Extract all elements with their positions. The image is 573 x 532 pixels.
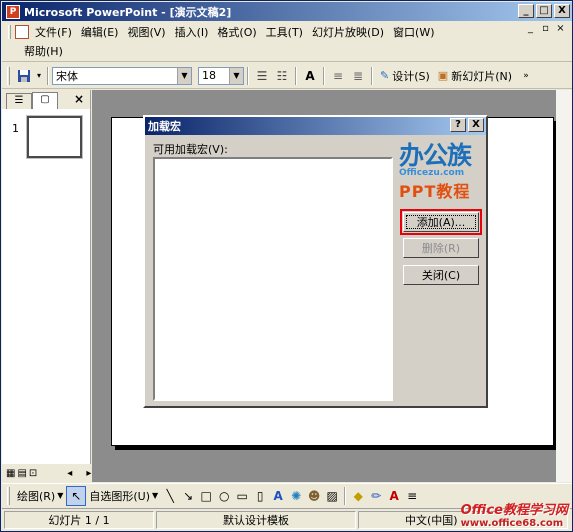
menu-file[interactable]: 文件(F): [35, 24, 81, 40]
formatting-toolbar: ▾ 宋体 ▼ 18 ▼ ☰ ☷ A ≡ ≣ ✎ 设计(S) ▣ 新幻灯片(N) …: [2, 63, 572, 89]
font-color-icon[interactable]: A: [385, 487, 403, 505]
slide-number: 1: [12, 122, 19, 135]
window-title: Microsoft PowerPoint - [演示文稿2]: [24, 5, 232, 19]
logo-text: 办公族: [399, 141, 472, 170]
menu-tools[interactable]: 工具(T): [266, 24, 312, 40]
tab-slides[interactable]: ▢: [32, 92, 58, 109]
close-pane-icon[interactable]: ×: [74, 92, 84, 106]
powerpoint-window: P Microsoft PowerPoint - [演示文稿2] _ □ X 文…: [0, 0, 573, 532]
rectangle-icon[interactable]: □: [197, 487, 215, 505]
design-icon: ✎: [380, 69, 390, 82]
line-color-icon[interactable]: ✏: [367, 487, 385, 505]
menu-format[interactable]: 格式(O): [217, 24, 265, 40]
vertical-textbox-icon[interactable]: ▯: [251, 487, 269, 505]
clipart-icon[interactable]: ☻: [305, 487, 323, 505]
menu-slideshow[interactable]: 幻灯片放映(D): [312, 24, 393, 40]
status-slide-info: 幻灯片 1 / 1: [4, 511, 154, 529]
slide-thumbnail[interactable]: [26, 115, 83, 159]
menu-view[interactable]: 视图(V): [127, 24, 174, 40]
powerpoint-app-icon[interactable]: P: [6, 4, 20, 19]
tab-outline[interactable]: ☰: [6, 93, 32, 109]
font-size-value: 18: [202, 69, 216, 82]
toolbar-overflow-icon[interactable]: »: [516, 67, 536, 85]
design-button[interactable]: ✎ 设计(S): [376, 68, 434, 84]
doc-close-icon[interactable]: ×: [555, 23, 566, 35]
slideshow-view-icon[interactable]: ⊡: [29, 468, 37, 479]
normal-view-icon[interactable]: ▦: [6, 468, 15, 479]
autoshapes-label: 自选图形(U): [89, 489, 151, 503]
chevron-down-icon[interactable]: ▼: [229, 67, 243, 84]
arrow-icon[interactable]: ↘: [179, 487, 197, 505]
scroll-right-icon[interactable]: ▸: [86, 468, 91, 479]
bottom-watermark: Office教程学习网 www.office68.com: [461, 499, 568, 529]
wordart-icon[interactable]: A: [269, 487, 287, 505]
view-buttons: ▦ ▤ ⊡ ◂ ▸: [2, 464, 91, 482]
menu-bar: 文件(F) 编辑(E) 视图(V) 插入(I) 格式(O) 工具(T) 幻灯片放…: [2, 22, 572, 62]
bullet-list-icon[interactable]: ☷: [272, 67, 292, 85]
picture-icon[interactable]: ▨: [323, 487, 341, 505]
line-icon[interactable]: ╲: [161, 487, 179, 505]
draw-toolbar-grip[interactable]: [7, 486, 10, 505]
dialog-help-button[interactable]: ?: [450, 118, 466, 132]
font-name-combo[interactable]: 宋体 ▼: [52, 66, 192, 85]
doc-minimize-icon[interactable]: _: [525, 23, 536, 35]
watermark-url: www.office68.com: [460, 518, 564, 529]
autoshapes-button[interactable]: 自选图形(U) ▼: [86, 488, 161, 504]
close-dialog-button[interactable]: 关闭(C): [403, 265, 479, 285]
restore-button[interactable]: □: [536, 4, 552, 18]
numbered-list-icon[interactable]: ☰: [252, 67, 272, 85]
menu-edit[interactable]: 编辑(E): [81, 24, 128, 40]
watermark-text: Office教程学习网: [460, 503, 568, 518]
close-window-button[interactable]: X: [554, 4, 570, 18]
doc-restore-icon[interactable]: ▫: [540, 23, 551, 35]
status-template: 默认设计模板: [156, 511, 356, 529]
new-slide-label: 新幻灯片(N): [451, 69, 513, 83]
slides-pane: ☰ ▢ × 1: [2, 90, 91, 482]
watermark-logo: 办公族 Officezu.com PPT教程: [399, 136, 489, 206]
dialog-close-button[interactable]: X: [468, 118, 484, 132]
menu-window[interactable]: 窗口(W): [393, 24, 443, 40]
decrease-indent-icon[interactable]: ≡: [328, 67, 348, 85]
new-slide-icon: ▣: [437, 69, 449, 82]
available-addins-list[interactable]: [153, 157, 393, 401]
menu-grip[interactable]: [8, 24, 11, 39]
increase-indent-icon[interactable]: ≣: [348, 67, 368, 85]
chevron-down-icon[interactable]: ▼: [177, 67, 191, 84]
document-icon[interactable]: [15, 24, 29, 39]
logo-sub: PPT教程: [399, 182, 471, 201]
fill-color-icon[interactable]: ◆: [349, 487, 367, 505]
toolbar-grip[interactable]: [7, 66, 10, 85]
select-pointer-icon[interactable]: ↖: [66, 485, 87, 506]
dialog-title: 加载宏: [148, 120, 181, 133]
font-name-value: 宋体: [56, 69, 78, 83]
diagram-icon[interactable]: ✺: [287, 487, 305, 505]
textbox-icon[interactable]: ▭: [233, 487, 251, 505]
available-addins-label: 可用加载宏(V):: [153, 143, 228, 156]
menu-insert[interactable]: 插入(I): [175, 24, 218, 40]
save-icon[interactable]: [14, 67, 34, 85]
scroll-left-icon[interactable]: ◂: [67, 468, 72, 479]
toolbar-options-icon[interactable]: ▾: [34, 67, 44, 85]
draw-menu-button[interactable]: 绘图(R) ▼: [14, 488, 66, 504]
new-slide-button[interactable]: ▣ 新幻灯片(N): [434, 68, 516, 84]
slide-sorter-icon[interactable]: ▤: [17, 468, 26, 479]
remove-button[interactable]: 删除(R): [403, 238, 479, 258]
dialog-title-bar[interactable]: 加载宏 ? X: [145, 117, 486, 135]
font-size-combo[interactable]: 18 ▼: [198, 66, 244, 85]
increase-font-icon[interactable]: A: [300, 67, 320, 85]
vertical-scrollbar[interactable]: [556, 90, 572, 482]
logo-url: Officezu.com: [399, 168, 465, 178]
chevron-down-icon: ▼: [152, 491, 159, 500]
line-style-icon[interactable]: ≡: [403, 487, 421, 505]
menu-help[interactable]: 帮助(H): [24, 43, 72, 59]
oval-icon[interactable]: ○: [215, 487, 233, 505]
minimize-button[interactable]: _: [518, 4, 534, 18]
design-label: 设计(S): [392, 69, 430, 83]
add-button[interactable]: 添加(A)...: [403, 212, 479, 232]
title-bar[interactable]: P Microsoft PowerPoint - [演示文稿2] _ □ X: [2, 2, 572, 21]
draw-label: 绘图(R): [17, 489, 56, 503]
chevron-down-icon: ▼: [57, 491, 64, 500]
